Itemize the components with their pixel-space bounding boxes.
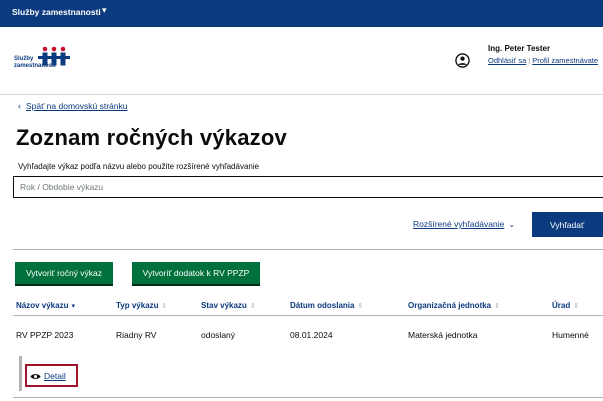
sort-icon: ⇕ — [573, 303, 580, 310]
app-switcher[interactable]: Služby zamestnanosti — [12, 7, 101, 17]
row-detail-indicator — [19, 356, 22, 391]
sort-desc-icon: ▾ — [71, 303, 75, 310]
section-divider — [13, 249, 603, 250]
detail-link-wrap[interactable]: Detail — [30, 371, 66, 381]
site-header: Služby zamestnanosti Ing. Peter Tester Od… — [0, 27, 603, 95]
people-logo-icon — [38, 46, 70, 66]
cell-org-unit: Materská jednotka — [408, 330, 478, 340]
sort-icon: ⇕ — [494, 303, 501, 310]
advanced-search-link[interactable]: Rozšírené vyhľadávanie — [413, 219, 504, 229]
cell-report-status: odoslaný — [201, 330, 236, 340]
column-header-type[interactable]: Typ výkazu ⇕ — [116, 301, 167, 310]
cell-office: Humenné — [552, 330, 589, 340]
search-input[interactable] — [13, 176, 603, 198]
cell-report-type: Riadny RV — [116, 330, 157, 340]
top-bar: Služby zamestnanosti ▾ — [0, 0, 603, 27]
sort-icon: ⇕ — [161, 303, 168, 310]
search-hint: Vyhľadajte výkaz podľa názvu alebo použi… — [18, 162, 260, 171]
sort-icon: ⇕ — [249, 303, 256, 310]
chevron-down-icon[interactable]: ▾ — [102, 5, 107, 16]
back-link[interactable]: Späť na domovskú stránku — [26, 101, 127, 111]
cell-report-name: RV PPZP 2023 — [16, 330, 74, 340]
chevron-left-icon: ‹ — [18, 101, 21, 111]
create-addendum-button[interactable]: Vytvoriť dodatok k RV PPZP — [132, 262, 260, 284]
logout-link[interactable]: Odhlásiť sa — [488, 56, 526, 65]
chevron-down-icon: ⌄ — [508, 220, 516, 229]
column-header-org-unit[interactable]: Organizačná jednotka ⇕ — [408, 301, 500, 310]
column-header-office[interactable]: Úrad ⇕ — [552, 301, 579, 310]
cell-sent-date: 08.01.2024 — [290, 330, 333, 340]
column-header-name[interactable]: Názov výkazu ▾ — [16, 301, 75, 310]
user-icon — [455, 53, 470, 68]
table-bottom-divider — [13, 397, 603, 398]
table-header-divider — [13, 315, 603, 316]
advanced-search-toggle[interactable]: Rozšírené vyhľadávanie ⌄ — [413, 219, 515, 229]
column-header-sent-date[interactable]: Dátum odoslania ⇕ — [290, 301, 363, 310]
link-separator: | — [528, 56, 531, 65]
profile-link[interactable]: Profil zamestnávate — [532, 56, 598, 65]
column-header-status[interactable]: Stav výkazu ⇕ — [201, 301, 256, 310]
eye-icon — [30, 374, 41, 379]
sort-icon: ⇕ — [357, 303, 364, 310]
logo[interactable]: Služby zamestnanosti — [14, 46, 74, 76]
breadcrumb: ‹ Späť na domovskú stránku — [18, 101, 127, 111]
page-title: Zoznam ročných výkazov — [16, 125, 287, 150]
detail-link[interactable]: Detail — [44, 371, 66, 381]
create-annual-report-button[interactable]: Vytvoriť ročný výkaz — [15, 262, 113, 284]
user-name: Ing. Peter Tester — [488, 44, 551, 53]
user-links: Odhlásiť sa | Profil zamestnávate — [488, 56, 598, 65]
search-button[interactable]: Vyhľadať — [532, 212, 603, 237]
